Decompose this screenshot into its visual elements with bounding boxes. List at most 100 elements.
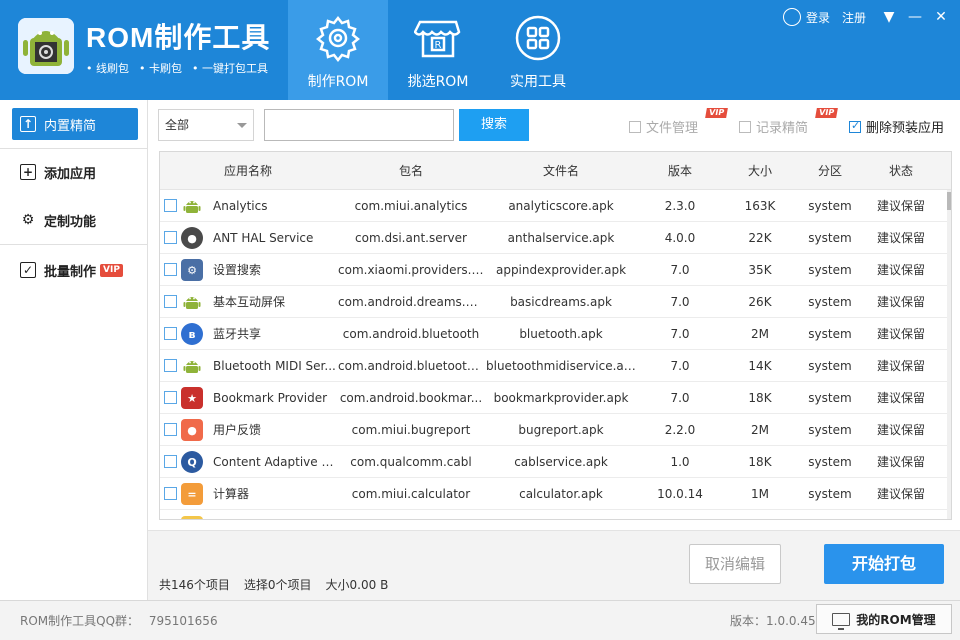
app-name: ANT HAL Service <box>213 231 314 245</box>
row-checkbox[interactable] <box>164 359 177 372</box>
search-input[interactable] <box>264 109 454 141</box>
partition: system <box>808 199 852 213</box>
table-row[interactable]: Analytics com.miui.analytics analyticscore… <box>160 190 948 222</box>
record-slim-option[interactable]: 记录精简 <box>739 117 808 136</box>
search-button[interactable]: 搜索 <box>459 109 529 141</box>
row-checkbox[interactable] <box>164 199 177 212</box>
sidebar-item-batch[interactable]: ✓ 批量制作 VIP <box>12 254 138 286</box>
status: 建议保留 <box>876 423 925 437</box>
column-header[interactable]: 应用名称 <box>200 152 296 190</box>
column-header[interactable]: 大小 <box>730 152 790 190</box>
start-pack-button[interactable]: 开始打包 <box>824 544 944 584</box>
tab-tools[interactable]: 实用工具 <box>488 0 588 100</box>
partition: system <box>808 423 852 437</box>
table-row[interactable]: 基本互动屏保 com.android.dreams.b... basicdreams… <box>160 286 948 318</box>
close-icon[interactable]: ✕ <box>928 9 954 25</box>
android-icon <box>181 355 203 377</box>
version: 7.0 <box>670 359 690 373</box>
ant-icon: ● <box>181 227 203 249</box>
file-manage-option[interactable]: 文件管理 <box>629 117 698 136</box>
total-count: 共146个项目 <box>159 578 230 592</box>
table-row[interactable]: ● 用户反馈 com.miui.bugreport bugreport.apk 2.2.… <box>160 414 948 446</box>
cancel-edit-button[interactable]: 取消编辑 <box>689 544 781 584</box>
monitor-icon <box>832 612 851 630</box>
status: 建议保留 <box>876 295 925 309</box>
batch-icon: ✓ <box>20 262 36 278</box>
vip-badge: VIP <box>100 263 123 277</box>
row-checkbox[interactable] <box>164 231 177 244</box>
app-title: ROM制作工具 <box>86 22 271 53</box>
sidebar-item-custom[interactable]: ⚙ 定制功能 <box>12 204 138 236</box>
filter-select[interactable]: 全部 <box>158 109 254 141</box>
scrollbar-thumb[interactable] <box>947 192 951 210</box>
table-row[interactable]: ● ANT HAL Service com.dsi.ant.server anthal… <box>160 222 948 254</box>
delete-preinstalled-option[interactable]: 删除预装应用 <box>849 117 944 136</box>
calculator-icon: = <box>181 483 203 505</box>
table-row[interactable]: Bluetooth MIDI Ser... com.android.bluetoo… <box>160 350 948 382</box>
sidebar-item-builtin-slim[interactable]: ↑ 内置精简 <box>12 108 138 140</box>
row-checkbox[interactable] <box>164 487 177 500</box>
sidebar-item-add-app[interactable]: + 添加应用 <box>12 156 138 188</box>
android-icon <box>181 195 203 217</box>
vip-tag: VIP <box>815 108 838 118</box>
package-name: com.qualcomm.cabl <box>350 455 472 469</box>
table-row[interactable]: ★ Bookmark Provider com.android.bookmar...… <box>160 382 948 414</box>
delete-preinstalled-checkbox[interactable] <box>849 119 861 133</box>
app-name: Bluetooth MIDI Ser... <box>213 359 336 373</box>
row-checkbox[interactable] <box>164 263 177 276</box>
size: 22K <box>748 231 772 245</box>
row-checkbox[interactable] <box>164 455 177 468</box>
login-link[interactable]: 登录 <box>806 9 830 26</box>
menu-dropdown-icon[interactable]: ▼ <box>876 9 902 25</box>
file-name: appindexprovider.apk <box>495 263 627 277</box>
register-link[interactable]: 注册 <box>842 9 866 26</box>
size: 26K <box>748 295 772 309</box>
app-name: 计算器 <box>213 487 250 501</box>
column-header[interactable]: 状态 <box>870 152 932 190</box>
qq-group-info: ROM制作工具QQ群： 795101656 <box>20 612 218 629</box>
record-slim-checkbox[interactable] <box>739 120 751 133</box>
file-name: cablservice.apk <box>514 455 608 469</box>
app-name: Bookmark Provider <box>213 391 328 405</box>
minimize-icon[interactable]: — <box>902 9 928 25</box>
file-manage-checkbox[interactable] <box>629 120 641 133</box>
partition: system <box>808 359 852 373</box>
status: 建议保留 <box>876 391 925 405</box>
chevron-down-icon <box>237 123 247 128</box>
row-checkbox[interactable] <box>164 327 177 340</box>
partition: system <box>808 487 852 501</box>
row-checkbox[interactable] <box>164 295 177 308</box>
app-name: Content Adaptive B... <box>213 455 337 469</box>
table-row[interactable]: Q Content Adaptive B... com.qualcomm.cabl c… <box>160 446 948 478</box>
package-name: com.miui.calculator <box>351 487 471 501</box>
column-header[interactable]: 版本 <box>650 152 710 190</box>
option-label: 文件管理 <box>646 121 699 136</box>
selection-summary: 共146个项目 选择0个项目 大小0.00 B <box>159 576 388 593</box>
size: 163K <box>744 199 776 213</box>
table-row[interactable]: ⚙ 设置搜索 com.xiaomi.providers.a... appindexpr… <box>160 254 948 286</box>
qq-number: 795101656 <box>148 614 218 628</box>
tab-pick-rom[interactable]: R 挑选ROM <box>388 0 488 100</box>
scrollbar[interactable] <box>947 190 951 519</box>
tab-make-rom[interactable]: 制作ROM <box>288 0 388 100</box>
column-header[interactable]: 包名 <box>338 152 484 190</box>
app-logo <box>18 18 74 74</box>
size: 35K <box>748 263 772 277</box>
svg-text:R: R <box>435 40 442 51</box>
partition: system <box>808 391 852 405</box>
row-checkbox[interactable] <box>164 423 177 436</box>
version: 1.0 <box>670 455 690 469</box>
column-header[interactable]: 文件名 <box>490 152 632 190</box>
column-header[interactable]: 分区 <box>800 152 860 190</box>
feedback-icon: ● <box>181 419 203 441</box>
row-checkbox[interactable] <box>164 391 177 404</box>
table-row[interactable]: = 计算器 com.miui.calculator calculator.apk 10.… <box>160 478 948 510</box>
table-row-partial <box>160 510 948 519</box>
store-icon: R <box>414 20 461 58</box>
table-row[interactable]: ʙ 蓝牙共享 com.android.bluetooth bluetooth.apk 7… <box>160 318 948 350</box>
app-feature-list: 线刷包 卡刷包 一键打包工具 <box>86 60 268 76</box>
app-name: Analytics <box>213 199 268 213</box>
file-name: bookmarkprovider.apk <box>493 391 629 405</box>
package-name: com.android.bluetooth... <box>338 359 484 373</box>
my-rom-manage-button[interactable]: 我的ROM管理 <box>816 604 952 634</box>
